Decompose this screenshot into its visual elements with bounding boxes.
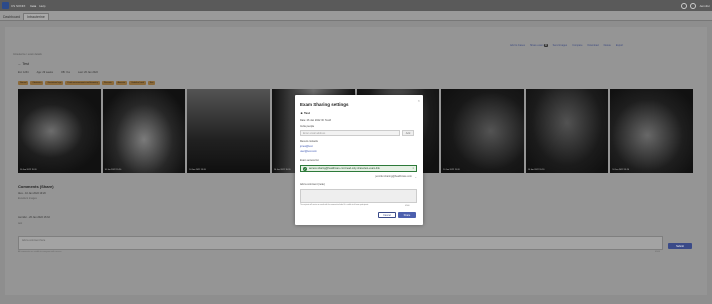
ultrasound-thumbnail[interactable]: 10 Jan 2022 19:20 — [187, 89, 270, 173]
comments-title: Comments (Share) — [18, 184, 54, 189]
comment-hint: All comments are visible to everyone wit… — [18, 251, 62, 253]
modal-comment-label: Add a comment (note) — [300, 183, 325, 186]
breadcrumb[interactable]: Intrauterine / exam details — [13, 53, 42, 56]
modal-counter: 0/500 — [405, 205, 410, 207]
access-entry: ✓ access.sharing@healthcare.com/read-onl… — [300, 165, 417, 172]
commenter-name: Alex - 10 Jan 2022 19:20 — [18, 192, 46, 195]
modal-title: Exam Sharing settings — [300, 102, 349, 107]
cancel-button[interactable]: Cancel — [378, 212, 396, 218]
invite-label: Invite people — [300, 125, 315, 128]
app-logo-icon — [2, 2, 9, 9]
ultrasound-thumbnail[interactable]: 10 Jan 2022 19:20 — [441, 89, 524, 173]
thumbnail-label: 10 Jan 2022 19:20 — [273, 169, 291, 171]
meta-item: Age: 29 weeks — [36, 71, 53, 74]
compare-button[interactable]: Compare — [572, 44, 582, 47]
tab-intrauterine[interactable]: Intrauterine — [23, 13, 49, 20]
tab-dashboard[interactable]: Dashboard — [0, 14, 23, 20]
commenter-note: Excellent images — [18, 197, 37, 200]
back-link[interactable]: ← Test — [18, 62, 29, 66]
export-button[interactable]: Export — [616, 44, 623, 47]
share-count-badge: 0 — [544, 44, 548, 47]
user-menu[interactable]: Jennifer — [699, 4, 710, 8]
recent-contacts-label: Recent contacts — [300, 140, 318, 143]
tabs-bar: Dashboard Intrauterine — [0, 11, 712, 21]
tag-chip[interactable]: Sex — [147, 81, 156, 85]
remove-icon[interactable]: × — [413, 167, 414, 170]
meta-item: Last: 26 Jan 2022 — [78, 71, 98, 74]
ultrasound-thumbnail[interactable]: 10 Jan 2022 19:20 — [525, 89, 609, 173]
tag-chip[interactable]: Fetal measurements and biometry — [65, 81, 100, 85]
exam-title: Test — [22, 62, 29, 66]
tag-chip[interactable]: Obstetrics — [30, 81, 44, 85]
recent-contact-link[interactable]: jones@test — [300, 145, 313, 148]
meta-item: OB: Yes — [60, 71, 71, 74]
help-link[interactable]: Help — [39, 4, 45, 8]
comment-text: test — [18, 222, 23, 225]
add-invite-button[interactable]: Add — [402, 130, 414, 136]
thumbnail-label: 10 Jan 2022 19:20 — [612, 169, 629, 171]
submit-comment-button[interactable]: Submit — [668, 243, 692, 249]
tag-chip[interactable]: Amniotic — [115, 81, 128, 85]
comment-input[interactable]: Add a comment here — [18, 236, 663, 250]
access-entry-text: access.sharing@healthcare.com/read-only-… — [309, 167, 380, 170]
download-button[interactable]: Download — [587, 44, 598, 47]
ultrasound-thumbnail[interactable]: 10 Jan 2022 19:20 — [610, 89, 693, 173]
access-list-label: Exam access list — [300, 159, 319, 162]
top-app-bar: CS SONIX beta Help Jennifer — [0, 0, 712, 11]
tag-chip[interactable]: Placenta — [101, 81, 114, 85]
modal-comment-input[interactable] — [300, 189, 417, 203]
recent-contact-link[interactable]: user@test.com — [300, 150, 317, 153]
send-images-button[interactable]: Send images — [553, 44, 568, 47]
user-icon[interactable] — [690, 2, 697, 9]
access-email-select[interactable]: jennifer.sharing@healthcare.com ⌄ — [355, 175, 417, 180]
comment-counter: 0/500 — [655, 251, 661, 253]
chevron-down-icon: ⌄ — [414, 175, 417, 179]
delete-button[interactable]: Delete — [604, 44, 611, 47]
exam-meta: Ext: 1234 Age: 29 weeks OB: Yes Last: 26… — [18, 71, 98, 74]
meta-item: Ext: 1234 — [18, 71, 29, 74]
thumbnail-label: 10 Jan 2022 19:20 — [189, 169, 206, 171]
brand-name: CS SONIX — [11, 3, 26, 8]
tag-chip[interactable]: Normal — [18, 81, 29, 85]
exam-tags: Normal Obstetrics Gestational age Fetal … — [18, 81, 156, 85]
modal-note: The recipient will receive an email with… — [300, 205, 369, 206]
beta-tag: beta — [30, 3, 37, 8]
tag-chip[interactable]: Gestational age — [45, 81, 64, 85]
exam-sharing-modal: × Exam Sharing settings ☻ Test Date: 26 … — [295, 95, 423, 225]
close-icon[interactable]: × — [418, 98, 420, 103]
share-exam-button[interactable]: Share exam 0 — [530, 44, 548, 47]
thumbnail-label: 10 Jan 2022 19:20 — [20, 169, 37, 171]
exam-toolbar: Add to Cases Share exam 0 Send images Co… — [510, 44, 623, 47]
add-to-cases-button[interactable]: Add to Cases — [510, 44, 525, 47]
modal-owner: ☻ Test — [300, 111, 310, 115]
thumbnail-label: 10 Jan 2022 19:20 — [104, 169, 122, 171]
tag-chip[interactable]: Umbilical cord — [129, 81, 146, 85]
ultrasound-thumbnail[interactable]: 10 Jan 2022 19:20 — [102, 89, 186, 173]
share-button[interactable]: Share — [398, 212, 416, 218]
invite-email-input[interactable]: Enter email address — [300, 130, 400, 136]
ultrasound-thumbnail[interactable]: 10 Jan 2022 19:20 — [18, 89, 101, 173]
thumbnail-label: 10 Jan 2022 19:20 — [527, 169, 545, 171]
comment-author: Jennifer - 26 Jan 2022 16:32 — [18, 216, 50, 219]
check-icon: ✓ — [303, 166, 307, 171]
notifications-icon[interactable] — [681, 2, 688, 9]
thumbnail-label: 10 Jan 2022 19:20 — [443, 169, 460, 171]
modal-date: Date: 26 Jan 2022 ID: Test3 — [300, 119, 331, 122]
